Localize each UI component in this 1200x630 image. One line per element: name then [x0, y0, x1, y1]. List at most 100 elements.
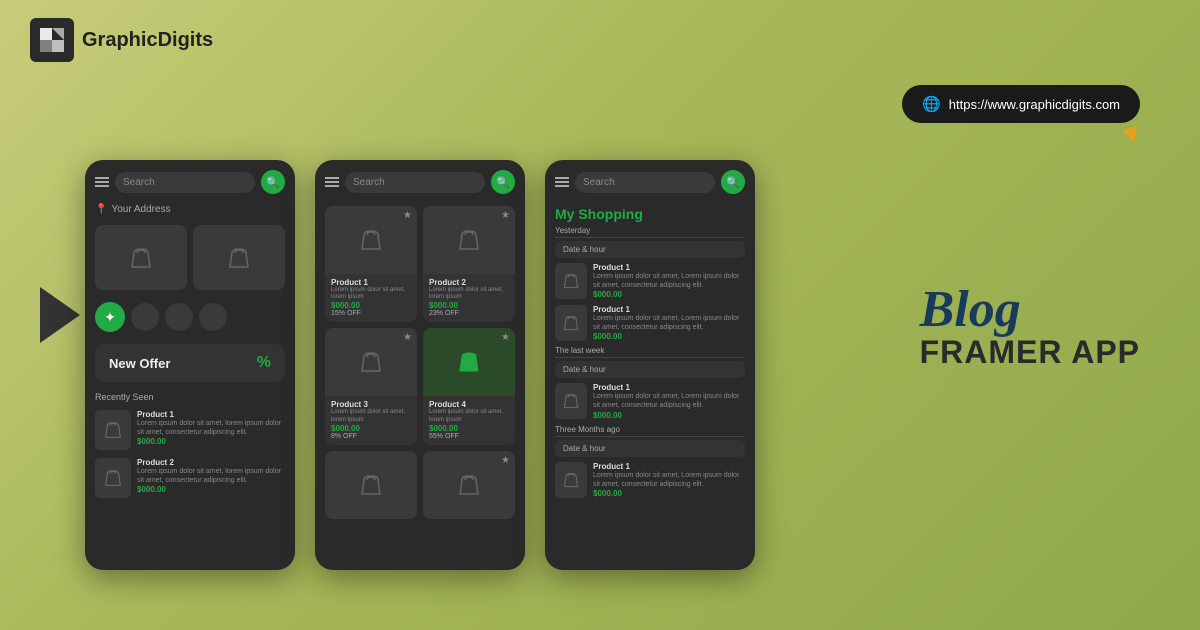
search-btn-2[interactable]: 🔍: [491, 170, 515, 194]
bag-icon-1: [130, 245, 152, 271]
hist-desc-3: Lorem ipsum dolor sit amet, Lorem ipsum …: [593, 392, 745, 410]
history-item-4: Product 1 Lorem ipsum dolor sit amet, Lo…: [545, 459, 755, 501]
hist-price-2: $000.00: [593, 332, 745, 341]
search-placeholder-3: Search: [583, 177, 615, 188]
grid-bag-5: [360, 472, 382, 498]
grid-bag-3: [360, 349, 382, 375]
search-placeholder-2: Search: [353, 177, 385, 188]
dot-2: [165, 303, 193, 331]
history-thumb-4: [555, 462, 587, 498]
logo-text: GraphicDigits: [82, 29, 213, 52]
grid-item-5[interactable]: [325, 451, 417, 519]
url-bar[interactable]: 🌐 https://www.graphicdigits.com: [902, 85, 1140, 123]
grid-bag-2: [458, 227, 480, 253]
search-btn-1[interactable]: 🔍: [261, 170, 285, 194]
address-label: Your Address: [111, 204, 170, 215]
phone-1-header: Search 🔍: [85, 160, 295, 200]
blog-section: Blog FRAMER APP: [920, 280, 1140, 371]
grid-info-1: Product 1 Lorem ipsum dolor sit amet, lo…: [325, 274, 417, 322]
hist-name-4: Product 1: [593, 462, 745, 471]
phone-3-header: Search 🔍: [545, 160, 755, 200]
hist-bag-1: [563, 271, 579, 291]
divider-2: [555, 357, 745, 358]
grid-item-6[interactable]: ★: [423, 451, 515, 519]
grid-product-name-3: Product 3: [331, 400, 411, 409]
header: GraphicDigits: [30, 18, 213, 62]
grid-info-3: Product 3 Lorem ipsum dolor sit amet, lo…: [325, 396, 417, 444]
side-arrow: [40, 287, 80, 343]
phone2-product-grid: ★ Product 1 Lorem ipsum dolor sit amet, …: [315, 200, 525, 451]
hamburger-menu-1[interactable]: [95, 177, 109, 187]
phone-1: Search 🔍 📍 Your Address ✦ New Offer % R: [85, 160, 295, 570]
star-icon-4: ★: [501, 332, 510, 343]
hist-desc-2: Lorem ipsum dolor sit amet, Lorem ipsum …: [593, 314, 745, 332]
grid-item-3[interactable]: ★ Product 3 Lorem ipsum dolor sit amet, …: [325, 328, 417, 444]
sparkle-btn[interactable]: ✦: [95, 302, 125, 332]
hist-name-2: Product 1: [593, 305, 745, 314]
product-price-1: $000.00: [137, 437, 285, 446]
product-price-2: $000.00: [137, 485, 285, 494]
dot-3: [199, 303, 227, 331]
phone-2: Search 🔍 ★ Product 1 Lorem ipsum dolor s…: [315, 160, 525, 570]
new-offer-text: New Offer: [109, 356, 170, 371]
grid-item-4[interactable]: ★ Product 4 Lorem ipsum dolor sit amet, …: [423, 328, 515, 444]
grid-product-desc-4: Lorem ipsum dolor sit amet, lorem ipsum: [429, 409, 509, 423]
product-name-2: Product 2: [137, 458, 285, 467]
history-item-2: Product 1 Lorem ipsum dolor sit amet, Lo…: [545, 302, 755, 344]
hist-price-4: $000.00: [593, 489, 745, 498]
grid-product-name-1: Product 1: [331, 278, 411, 287]
search-btn-3[interactable]: 🔍: [721, 170, 745, 194]
hamburger-menu-3[interactable]: [555, 177, 569, 187]
framer-app-text: FRAMER APP: [920, 334, 1140, 371]
percent-icon: %: [257, 354, 271, 372]
date-hour-bar-3: Date & hour: [555, 440, 745, 457]
hist-desc-4: Lorem ipsum dolor sit amet, Lorem ipsum …: [593, 471, 745, 489]
hist-name-3: Product 1: [593, 383, 745, 392]
product-thumb-1: [95, 225, 187, 290]
yesterday-label: Yesterday: [545, 224, 755, 237]
date-hour-bar-1: Date & hour: [555, 241, 745, 258]
history-thumb-2: [555, 305, 587, 341]
location-icon: 📍: [95, 204, 107, 215]
hist-bag-3: [563, 391, 579, 411]
hist-info-3: Product 1 Lorem ipsum dolor sit amet, Lo…: [593, 383, 745, 419]
grid-bag-6: [458, 472, 480, 498]
hist-bag-4: [563, 470, 579, 490]
search-bar-1[interactable]: Search: [115, 172, 255, 193]
sparkle-row: ✦: [85, 296, 295, 338]
bag-icon-small-2: [104, 467, 122, 489]
search-bar-2[interactable]: Search: [345, 172, 485, 193]
star-icon-2: ★: [501, 210, 510, 221]
grid-product-price-4: $000.00: [429, 424, 509, 433]
grid-thumb-2: ★: [423, 206, 515, 274]
new-offer-bar[interactable]: New Offer %: [95, 344, 285, 382]
grid-bag-4-green: [458, 349, 480, 375]
grid-product-desc-1: Lorem ipsum dolor sit amet, lorem ipsum: [331, 287, 411, 301]
cursor-arrow: [1122, 126, 1142, 145]
list-item: Product 1 Lorem ipsum dolor sit amet, lo…: [85, 406, 295, 454]
grid-product-price-3: $000.00: [331, 424, 411, 433]
divider-3: [555, 436, 745, 437]
product-desc-1: Lorem ipsum dolor sit amet, lorem ipsum …: [137, 419, 285, 437]
grid-product-name-4: Product 4: [429, 400, 509, 409]
hamburger-menu-2[interactable]: [325, 177, 339, 187]
hist-name-1: Product 1: [593, 263, 745, 272]
grid-info-2: Product 2 Lorem ipsum dolor sit amet, lo…: [423, 274, 515, 322]
globe-icon: 🌐: [922, 95, 941, 113]
phones-container: Search 🔍 📍 Your Address ✦ New Offer % R: [85, 160, 755, 570]
search-bar-3[interactable]: Search: [575, 172, 715, 193]
grid-item-2[interactable]: ★ Product 2 Lorem ipsum dolor sit amet, …: [423, 206, 515, 322]
grid-thumb-5: [325, 451, 417, 519]
grid-item-1[interactable]: ★ Product 1 Lorem ipsum dolor sit amet, …: [325, 206, 417, 322]
grid-product-off-1: 15% OFF: [331, 310, 411, 317]
history-item-3: Product 1 Lorem ipsum dolor sit amet, Lo…: [545, 380, 755, 422]
hist-price-3: $000.00: [593, 411, 745, 420]
product-info-1: Product 1 Lorem ipsum dolor sit amet, lo…: [137, 410, 285, 446]
hist-price-1: $000.00: [593, 290, 745, 299]
grid-thumb-6: ★: [423, 451, 515, 519]
grid-thumb-3: ★: [325, 328, 417, 396]
grid-product-desc-3: Lorem ipsum dolor sit amet, lorem ipsum: [331, 409, 411, 423]
recently-seen-label: Recently Seen: [85, 388, 295, 406]
product-thumb-2: [193, 225, 285, 290]
grid-bag-1: [360, 227, 382, 253]
